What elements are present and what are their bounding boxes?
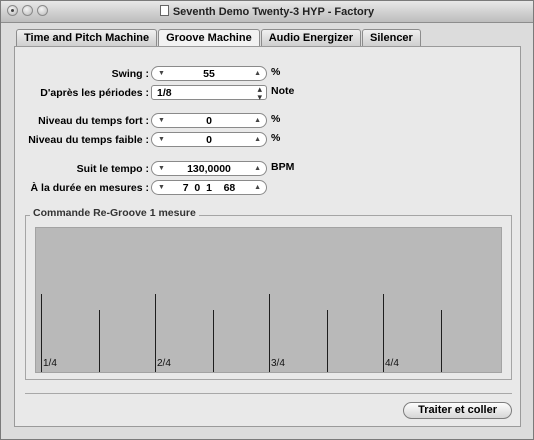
duration-label: À la durée en mesures : [30, 182, 149, 194]
beat-line [269, 294, 270, 372]
apply-and-paste-button[interactable]: Traiter et coller [403, 402, 512, 419]
periods-row: D'après les périodes : [15, 85, 149, 102]
plugin-window: Seventh Demo Twenty-3 HYP - Factory Time… [0, 0, 534, 440]
periods-label: D'après les périodes : [40, 87, 149, 99]
increment-icon[interactable]: ▲ [254, 165, 261, 172]
weak-row: Niveau du temps faible : [15, 132, 149, 149]
tab-bar: Time and Pitch Machine Groove Machine Au… [16, 29, 422, 48]
tempo-unit: BPM [271, 161, 295, 173]
groove-machine-panel: Swing : ▼ 55 ▲ % D'après les périodes : … [14, 46, 521, 427]
subdivision-line [441, 310, 442, 372]
tempo-row: Suit le tempo : [15, 161, 149, 178]
swing-value: 55 [203, 68, 215, 80]
weak-field[interactable]: ▼ 0 ▲ [151, 132, 267, 147]
window-title: Seventh Demo Twenty-3 HYP - Factory [1, 5, 533, 18]
beat-label: 3/4 [271, 358, 285, 369]
strong-row: Niveau du temps fort : [15, 113, 149, 130]
beat-line [41, 294, 42, 372]
regroove-title: Commande Re-Groove 1 mesure [30, 207, 199, 219]
tab-silencer[interactable]: Silencer [362, 29, 421, 46]
strong-field[interactable]: ▼ 0 ▲ [151, 113, 267, 128]
subdivision-line [213, 310, 214, 372]
tempo-label: Suit le tempo : [76, 163, 149, 175]
increment-icon[interactable]: ▲ [254, 70, 261, 77]
regroove-group: 1/4 2/4 3/4 4/4 [25, 215, 512, 380]
increment-icon[interactable]: ▲ [254, 136, 261, 143]
weak-label: Niveau du temps faible : [28, 134, 149, 146]
beat-line [383, 294, 384, 372]
duration-value: 7 0 1 68 [182, 182, 236, 194]
regroove-grid[interactable]: 1/4 2/4 3/4 4/4 [35, 227, 502, 373]
periods-select[interactable]: 1/8 ▴ ▾ [151, 84, 267, 102]
document-icon [159, 5, 169, 16]
increment-icon[interactable]: ▲ [254, 184, 261, 191]
swing-row: Swing : [15, 66, 149, 83]
subdivision-line [327, 310, 328, 372]
beat-label: 1/4 [43, 358, 57, 369]
swing-field[interactable]: ▼ 55 ▲ [151, 66, 267, 81]
tab-audio-energizer[interactable]: Audio Energizer [260, 29, 362, 46]
weak-unit: % [271, 132, 281, 144]
subdivision-line [99, 310, 100, 372]
periods-value: 1/8 [157, 87, 172, 99]
weak-value: 0 [206, 134, 212, 146]
tempo-field[interactable]: ▼ 130,0000 ▲ [151, 161, 267, 176]
periods-unit: Note [271, 85, 295, 97]
tempo-value: 130,0000 [187, 163, 231, 175]
tab-time-and-pitch-machine[interactable]: Time and Pitch Machine [16, 29, 158, 46]
beat-label: 2/4 [157, 358, 171, 369]
increment-icon[interactable]: ▲ [254, 117, 261, 124]
duration-field[interactable]: ▼ 7 0 1 68 ▲ [151, 180, 267, 195]
beat-line [155, 294, 156, 372]
strong-value: 0 [206, 115, 212, 127]
strong-label: Niveau du temps fort : [38, 115, 149, 127]
divider [25, 393, 512, 394]
swing-unit: % [271, 66, 281, 78]
duration-row: À la durée en mesures : [15, 180, 149, 197]
up-down-arrows-icon: ▴ ▾ [257, 84, 262, 102]
swing-label: Swing : [111, 68, 149, 80]
title-bar: Seventh Demo Twenty-3 HYP - Factory [1, 1, 533, 23]
strong-unit: % [271, 113, 281, 125]
beat-label: 4/4 [385, 358, 399, 369]
